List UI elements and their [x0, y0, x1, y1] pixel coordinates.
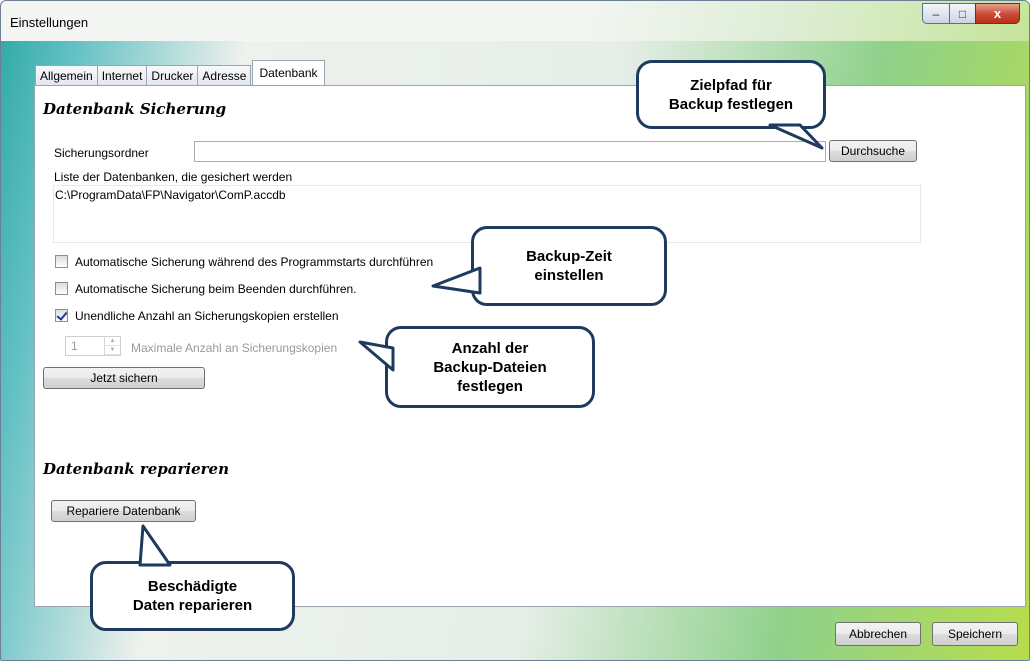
tab-datenbank[interactable]: Datenbank — [252, 60, 325, 85]
backup-heading: Datenbank Sicherung — [43, 100, 227, 118]
callout-target-path: Zielpfad für Backup festlegen — [636, 60, 826, 129]
unlimited-copies-checkbox[interactable] — [55, 309, 68, 322]
autoexit-backup-label: Automatische Sicherung beim Beenden durc… — [75, 282, 357, 296]
autostart-backup-checkbox[interactable] — [55, 255, 68, 268]
backup-now-button[interactable]: Jetzt sichern — [43, 367, 205, 389]
browse-button[interactable]: Durchsuche — [829, 140, 917, 162]
callout-backup-count: Anzahl der Backup-Dateien festlegen — [385, 326, 595, 408]
tab-allgemein[interactable]: Allgemein — [35, 65, 98, 85]
close-button[interactable]: x — [975, 3, 1020, 24]
repair-heading: Datenbank reparieren — [43, 460, 229, 478]
tab-adresse[interactable]: Adresse — [197, 65, 252, 85]
stepper-buttons[interactable]: ▲ ▼ — [104, 337, 120, 355]
callout-backup-time-line-2: einstellen — [534, 267, 604, 284]
callout-repair-data-line-2: Daten reparieren — [132, 597, 253, 614]
database-list-item[interactable]: C:\ProgramData\FP\Navigator\ComP.accdb — [55, 188, 286, 202]
database-list-label: Liste der Datenbanken, die gesichert wer… — [54, 170, 293, 184]
autoexit-backup-checkbox[interactable] — [55, 282, 68, 295]
callout-repair-data-line-1: Beschädigte — [147, 578, 238, 595]
callout-backup-count-line-3: festlegen — [457, 377, 523, 395]
callout-target-path-line-2: Backup festlegen — [668, 95, 794, 113]
callout-repair-data: Beschädigte Daten reparieren — [90, 561, 295, 631]
backup-folder-input[interactable] — [194, 141, 826, 162]
callout-target-path-line-1: Zielpfad für — [690, 76, 772, 94]
title-bar[interactable]: Einstellungen – □ x — [1, 1, 1029, 41]
save-button[interactable]: Speichern — [932, 622, 1018, 646]
callout-backup-count-line-1: Anzahl der — [451, 339, 529, 357]
max-copies-stepper[interactable]: 1 ▲ ▼ — [65, 336, 121, 356]
caption-buttons: – □ x — [922, 3, 1020, 24]
tab-strip: Allgemein Internet Drucker Adresse Daten… — [35, 60, 325, 85]
max-copies-label: Maximale Anzahl an Sicherungskopien — [131, 341, 338, 355]
stepper-up-icon[interactable]: ▲ — [105, 337, 120, 346]
callout-backup-time: Backup-Zeit einstellen — [471, 226, 667, 306]
minimize-button[interactable]: – — [922, 3, 950, 24]
autostart-backup-label: Automatische Sicherung während des Progr… — [75, 255, 434, 269]
repair-database-button[interactable]: Repariere Datenbank — [51, 500, 196, 522]
minimize-icon: – — [932, 6, 940, 21]
cancel-button[interactable]: Abbrechen — [835, 622, 921, 646]
folder-label: Sicherungsordner — [54, 146, 149, 160]
unlimited-copies-label: Unendliche Anzahl an Sicherungskopien er… — [75, 309, 339, 323]
close-icon: x — [993, 6, 1002, 21]
callout-backup-count-line-2: Backup-Dateien — [433, 358, 547, 376]
max-copies-value: 1 — [71, 339, 78, 353]
tab-internet[interactable]: Internet — [96, 65, 148, 85]
window-title: Einstellungen — [10, 15, 89, 30]
stepper-down-icon[interactable]: ▼ — [105, 346, 120, 355]
tab-drucker[interactable]: Drucker — [146, 65, 199, 85]
maximize-button[interactable]: □ — [949, 3, 976, 24]
maximize-icon: □ — [958, 6, 967, 21]
callout-backup-time-line-1: Backup-Zeit — [526, 248, 612, 265]
